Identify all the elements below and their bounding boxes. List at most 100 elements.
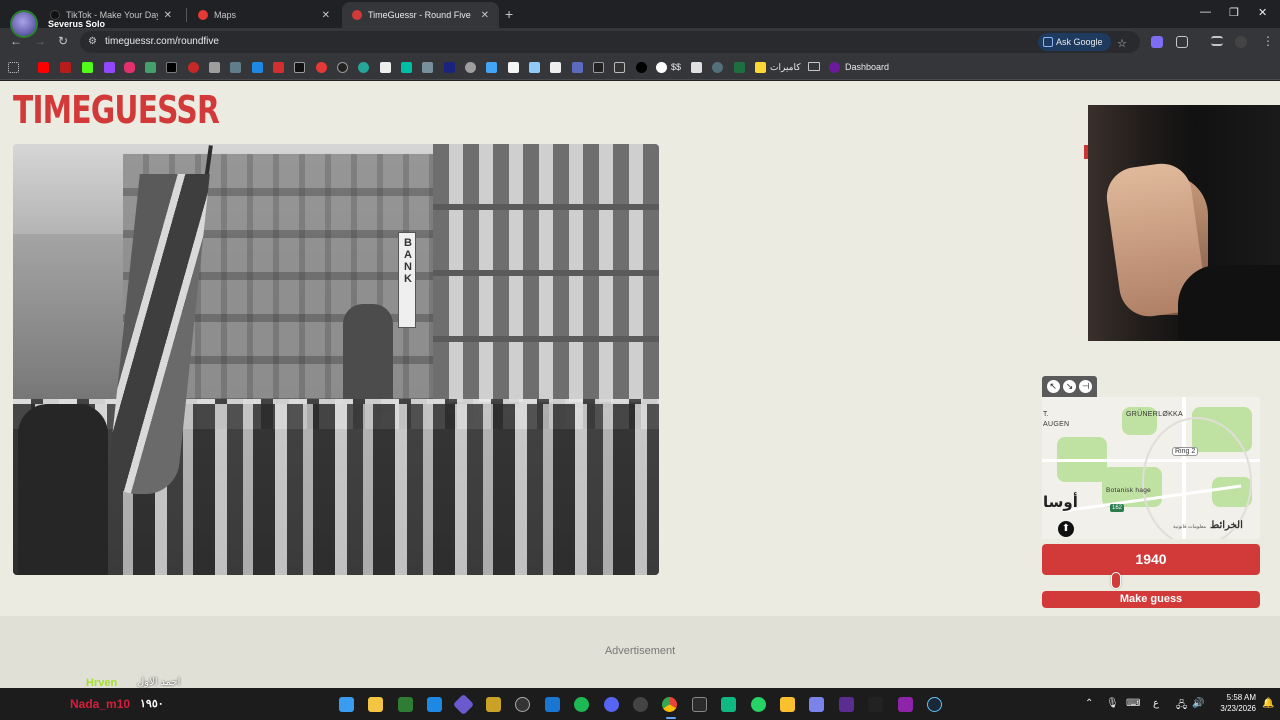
timeguessr-logo[interactable]: TIMEGUESSR: [13, 89, 220, 131]
bookmark-icon[interactable]: [422, 62, 433, 73]
extensions-puzzle-icon[interactable]: [1176, 36, 1188, 48]
bookmark-icon[interactable]: [145, 62, 156, 73]
bookmark-icon[interactable]: [358, 62, 369, 73]
year-slider[interactable]: [1042, 578, 1260, 583]
bookmark-icon[interactable]: [230, 62, 241, 73]
app-icon[interactable]: [452, 693, 475, 716]
app-icon[interactable]: [398, 697, 413, 712]
input-language[interactable]: ع: [1153, 698, 1159, 709]
chrome-icon[interactable]: [662, 697, 677, 712]
url-text[interactable]: timeguessr.com/roundfive: [105, 36, 219, 47]
bookmark-icon[interactable]: [273, 62, 284, 73]
pin-map-icon[interactable]: ⊣: [1079, 380, 1093, 393]
keyboard-icon[interactable]: ⌨: [1126, 698, 1140, 709]
bookmark-icon[interactable]: [712, 62, 723, 73]
year-slider-thumb[interactable]: [1110, 572, 1121, 589]
excel-icon[interactable]: [734, 62, 745, 73]
system-clock[interactable]: 5:58 AM 3/23/2026: [1212, 692, 1256, 714]
new-tab-icon[interactable]: +: [505, 6, 513, 22]
app-icon[interactable]: [868, 697, 883, 712]
dashboard-icon[interactable]: [829, 62, 840, 73]
x-icon[interactable]: [166, 62, 177, 73]
site-settings-icon[interactable]: ⚙: [88, 36, 100, 48]
microphone-icon[interactable]: 🎙: [1106, 698, 1119, 709]
app-icon[interactable]: [898, 697, 913, 712]
close-tab-icon[interactable]: ✕: [164, 10, 172, 21]
app-icon[interactable]: [721, 697, 736, 712]
twitch-icon[interactable]: [104, 62, 115, 73]
minimize-icon[interactable]: —: [1200, 6, 1211, 18]
mail-icon[interactable]: [427, 697, 442, 712]
bookmark-icon[interactable]: [486, 62, 497, 73]
bookmark-icon[interactable]: [380, 62, 391, 73]
bookmark-icon[interactable]: [550, 62, 561, 73]
bookmark-icon[interactable]: [465, 62, 476, 73]
close-tab-icon[interactable]: ✕: [322, 10, 330, 21]
bookmark-icon[interactable]: [209, 62, 220, 73]
bookmark-icon[interactable]: [444, 62, 455, 73]
spotify-icon[interactable]: [574, 697, 589, 712]
network-icon[interactable]: 🖧: [1176, 698, 1187, 715]
map-legal[interactable]: معلومات قانونية: [1173, 524, 1206, 530]
bookmark-icon[interactable]: [691, 62, 702, 73]
bookmark-star-icon[interactable]: ☆: [1117, 37, 1127, 50]
bookmark-icon[interactable]: [614, 62, 625, 73]
bookmark-icon[interactable]: [316, 62, 327, 73]
volume-icon[interactable]: 🔊: [1192, 698, 1204, 709]
bookmark-dollars[interactable]: $$: [671, 62, 681, 72]
tab-timeguessr[interactable]: TimeGuessr - Round Five ✕: [342, 2, 499, 28]
instagram-icon[interactable]: [124, 62, 135, 73]
app-icon[interactable]: [839, 697, 854, 712]
kick-icon[interactable]: [82, 62, 93, 73]
make-guess-button[interactable]: Make guess: [1042, 591, 1260, 608]
notifications-icon[interactable]: 🔔: [1262, 698, 1274, 709]
shrink-map-icon[interactable]: ↘: [1062, 380, 1076, 393]
close-window-icon[interactable]: ✕: [1258, 6, 1267, 19]
restore-icon[interactable]: ❐: [1229, 6, 1239, 19]
extension-icon[interactable]: [1151, 36, 1163, 48]
bookmark-icon[interactable]: [401, 62, 412, 73]
folder-icon[interactable]: [808, 62, 820, 71]
bookmark-cameras[interactable]: كاميرات: [770, 62, 801, 73]
file-explorer-icon[interactable]: [368, 697, 383, 712]
teams-icon[interactable]: [809, 697, 824, 712]
windows-start-icon[interactable]: [339, 697, 354, 712]
shield-icon[interactable]: [545, 697, 560, 712]
steam-icon[interactable]: [927, 697, 942, 712]
whatsapp-icon[interactable]: [751, 697, 766, 712]
bookmark-icon[interactable]: [252, 62, 263, 73]
bookmark-icon[interactable]: [529, 62, 540, 73]
close-tab-icon[interactable]: ✕: [481, 10, 489, 21]
compass-icon[interactable]: ⬆: [1058, 521, 1074, 537]
sticky-notes-icon[interactable]: [780, 697, 795, 712]
app-icon[interactable]: [515, 697, 530, 712]
apps-grid-icon[interactable]: [8, 62, 19, 73]
reload-icon[interactable]: ↻: [58, 34, 68, 48]
tab-maps[interactable]: Maps ✕: [188, 2, 340, 28]
bookmark-icon[interactable]: [572, 62, 583, 73]
bookmark-icon[interactable]: [60, 62, 71, 73]
obs-icon[interactable]: [633, 697, 648, 712]
app-icon[interactable]: [486, 697, 501, 712]
reading-list-icon[interactable]: [1211, 36, 1223, 46]
google-icon[interactable]: [656, 62, 667, 73]
bookmark-icon[interactable]: [636, 62, 647, 73]
profile-icon[interactable]: [1235, 36, 1247, 48]
bookmark-icon[interactable]: [337, 62, 348, 73]
app-icon[interactable]: [692, 697, 707, 712]
bookmark-icon[interactable]: [508, 62, 519, 73]
bookmark-icon[interactable]: [188, 62, 199, 73]
bookmark-dashboard[interactable]: Dashboard: [845, 62, 889, 72]
guess-map[interactable]: GRÜNERLØKKA T. AUGEN Botanisk hage Ring …: [1042, 397, 1260, 539]
discord-icon[interactable]: [604, 697, 619, 712]
bookmark-icon[interactable]: [755, 62, 766, 73]
youtube-icon[interactable]: [38, 62, 49, 73]
ask-google-button[interactable]: Ask Google: [1038, 33, 1111, 51]
menu-icon[interactable]: ⋮: [1262, 34, 1274, 48]
tray-overflow-icon[interactable]: ⌃: [1085, 698, 1093, 709]
address-bar[interactable]: ⚙ timeguessr.com/roundfive Ask Google ☆: [80, 31, 1140, 53]
bookmark-icon[interactable]: [593, 62, 604, 73]
forward-icon[interactable]: →: [34, 34, 46, 48]
expand-map-icon[interactable]: ↖: [1046, 380, 1060, 393]
bookmark-icon[interactable]: [294, 62, 305, 73]
